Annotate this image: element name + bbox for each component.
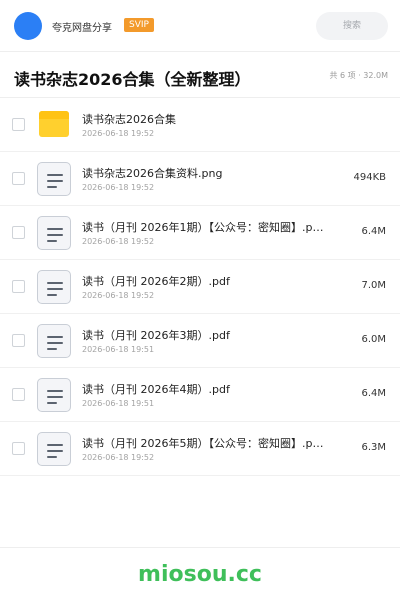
file-name[interactable]: 读书（月刊 2026年4期）.pdf (82, 381, 327, 397)
document-icon (37, 324, 71, 358)
document-icon (37, 270, 71, 304)
file-date: 2026-06-18 19:52 (82, 237, 155, 246)
document-icon (37, 378, 71, 412)
file-name[interactable]: 读书（月刊 2026年5期）【公众号：密知圈】.p… (82, 435, 327, 451)
file-size: 6.4M (361, 388, 386, 399)
file-size: 6.3M (361, 442, 386, 453)
item-checkbox[interactable] (12, 334, 25, 347)
file-date: 2026-06-18 19:51 (82, 345, 155, 354)
share-owner-name: 夸克网盘分享 (52, 23, 112, 34)
file-name[interactable]: 读书（月刊 2026年1期）【公众号：密知圈】.p… (82, 219, 327, 235)
list-item[interactable]: 读书杂志2026合集 2026-06-18 19:52 (0, 98, 400, 152)
file-name[interactable]: 读书（月刊 2026年3期）.pdf (82, 327, 327, 343)
file-date: 2026-06-18 19:51 (82, 399, 155, 408)
search-input[interactable]: 搜索 (316, 12, 388, 40)
list-item[interactable]: 读书（月刊 2026年4期）.pdf 2026-06-18 19:51 6.4M (0, 368, 400, 422)
file-date: 2026-06-18 19:52 (82, 453, 155, 462)
file-date: 2026-06-18 19:52 (82, 183, 155, 192)
list-item[interactable]: 读书（月刊 2026年1期）【公众号：密知圈】.p… 2026-06-18 19… (0, 206, 400, 260)
list-item[interactable]: 读书（月刊 2026年3期）.pdf 2026-06-18 19:51 6.0M (0, 314, 400, 368)
item-checkbox[interactable] (12, 442, 25, 455)
avatar[interactable] (14, 12, 42, 40)
folder-summary: 共 6 项 · 32.0M (329, 71, 388, 80)
document-icon (37, 216, 71, 250)
top-bar: 夸克网盘分享 SVIP 搜索 (0, 0, 400, 52)
document-icon (37, 162, 71, 196)
file-name[interactable]: 读书杂志2026合集资料.png (82, 165, 327, 181)
document-icon (37, 432, 71, 466)
footer-divider (0, 547, 400, 548)
list-item[interactable]: 读书（月刊 2026年2期）.pdf 2026-06-18 19:52 7.0M (0, 260, 400, 314)
item-checkbox[interactable] (12, 280, 25, 293)
folder-header: 读书杂志2026合集（全新整理） 共 6 项 · 32.0M (0, 52, 400, 98)
file-list: 读书杂志2026合集 2026-06-18 19:52 读书杂志2026合集资料… (0, 98, 400, 476)
watermark: miosou.cc (138, 562, 262, 587)
file-size: 494KB (353, 172, 386, 183)
file-date: 2026-06-18 19:52 (82, 291, 155, 300)
file-size: 7.0M (361, 280, 386, 291)
item-checkbox[interactable] (12, 388, 25, 401)
file-name[interactable]: 读书杂志2026合集 (82, 111, 327, 127)
item-checkbox[interactable] (12, 226, 25, 239)
file-name[interactable]: 读书（月刊 2026年2期）.pdf (82, 273, 327, 289)
list-item[interactable]: 读书（月刊 2026年5期）【公众号：密知圈】.p… 2026-06-18 19… (0, 422, 400, 476)
file-size: 6.4M (361, 226, 386, 237)
file-size: 6.0M (361, 334, 386, 345)
item-checkbox[interactable] (12, 118, 25, 131)
item-checkbox[interactable] (12, 172, 25, 185)
file-date: 2026-06-18 19:52 (82, 129, 155, 138)
list-item[interactable]: 读书杂志2026合集资料.png 2026-06-18 19:52 494KB (0, 152, 400, 206)
svip-badge: SVIP (124, 18, 154, 32)
page-title: 读书杂志2026合集（全新整理） (14, 70, 251, 89)
folder-icon (37, 108, 71, 142)
